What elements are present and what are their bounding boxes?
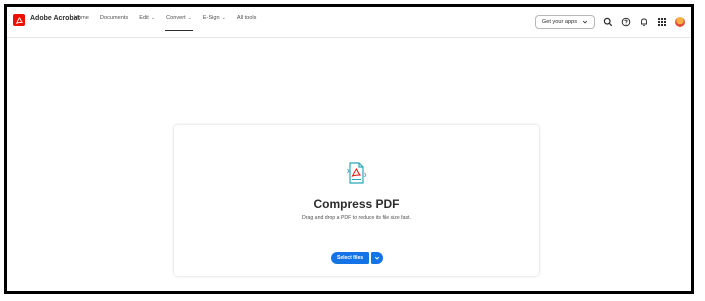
help-glyph <box>621 17 631 27</box>
chevron-down-icon <box>582 20 588 24</box>
instruction-text: Drag and drop a PDF to reduce its file s… <box>302 215 411 221</box>
bell-glyph <box>641 18 647 26</box>
nav-home[interactable]: Home <box>70 13 93 23</box>
page-title: Compress PDF <box>313 197 400 211</box>
nav-all-tools[interactable]: All tools <box>233 13 261 23</box>
chevron-down-icon: ⌄ <box>221 15 226 21</box>
search-glyph <box>603 17 613 27</box>
nav-label: E-Sign <box>202 15 220 21</box>
app-window: Adobe Acrobat Home Documents Edit ⌄ Conve… <box>4 4 694 294</box>
nav-label: Documents <box>99 15 129 21</box>
chevron-down-icon: ⌄ <box>187 15 192 21</box>
bell-icon[interactable] <box>639 17 649 27</box>
compress-pdf-card: Compress PDF Drag and drop a PDF to redu… <box>174 125 539 276</box>
get-apps-button[interactable]: Get your apps <box>534 15 595 29</box>
nav-convert[interactable]: Convert ⌄ <box>162 13 196 31</box>
header-tools: Get your apps <box>534 12 685 32</box>
apps-grid-icon[interactable] <box>657 17 667 27</box>
nav-esign[interactable]: E-Sign ⌄ <box>199 13 230 23</box>
search-icon[interactable] <box>603 17 613 27</box>
avatar[interactable] <box>675 17 685 27</box>
pdf-compress-icon <box>346 161 367 185</box>
chevron-down-icon: ⌄ <box>150 15 156 21</box>
nav-edit[interactable]: Edit ⌄ <box>135 13 159 23</box>
select-files-button[interactable]: Select files <box>331 252 370 264</box>
nav-label: Convert <box>166 15 186 21</box>
select-files-group: Select files <box>331 252 384 264</box>
nav-documents[interactable]: Documents <box>96 13 132 23</box>
get-apps-label: Get your apps <box>541 19 577 25</box>
acrobat-logo-glyph <box>15 16 23 24</box>
acrobat-logo-icon[interactable] <box>13 14 25 26</box>
main-nav: Home Documents Edit ⌄ Convert ⌄ E-Sign ⌄ Al… <box>70 13 263 33</box>
nav-label: All tools <box>236 15 257 21</box>
help-icon[interactable] <box>621 17 631 27</box>
top-navigation-bar: Adobe Acrobat Home Documents Edit ⌄ Conve… <box>7 7 691 38</box>
chevron-down-icon <box>375 256 380 260</box>
apps-grid-glyph <box>658 18 666 26</box>
select-files-dropdown-button[interactable] <box>371 252 384 264</box>
nav-label: Edit <box>139 15 149 21</box>
pdf-compress-glyph <box>347 162 367 184</box>
nav-label: Home <box>74 15 89 21</box>
